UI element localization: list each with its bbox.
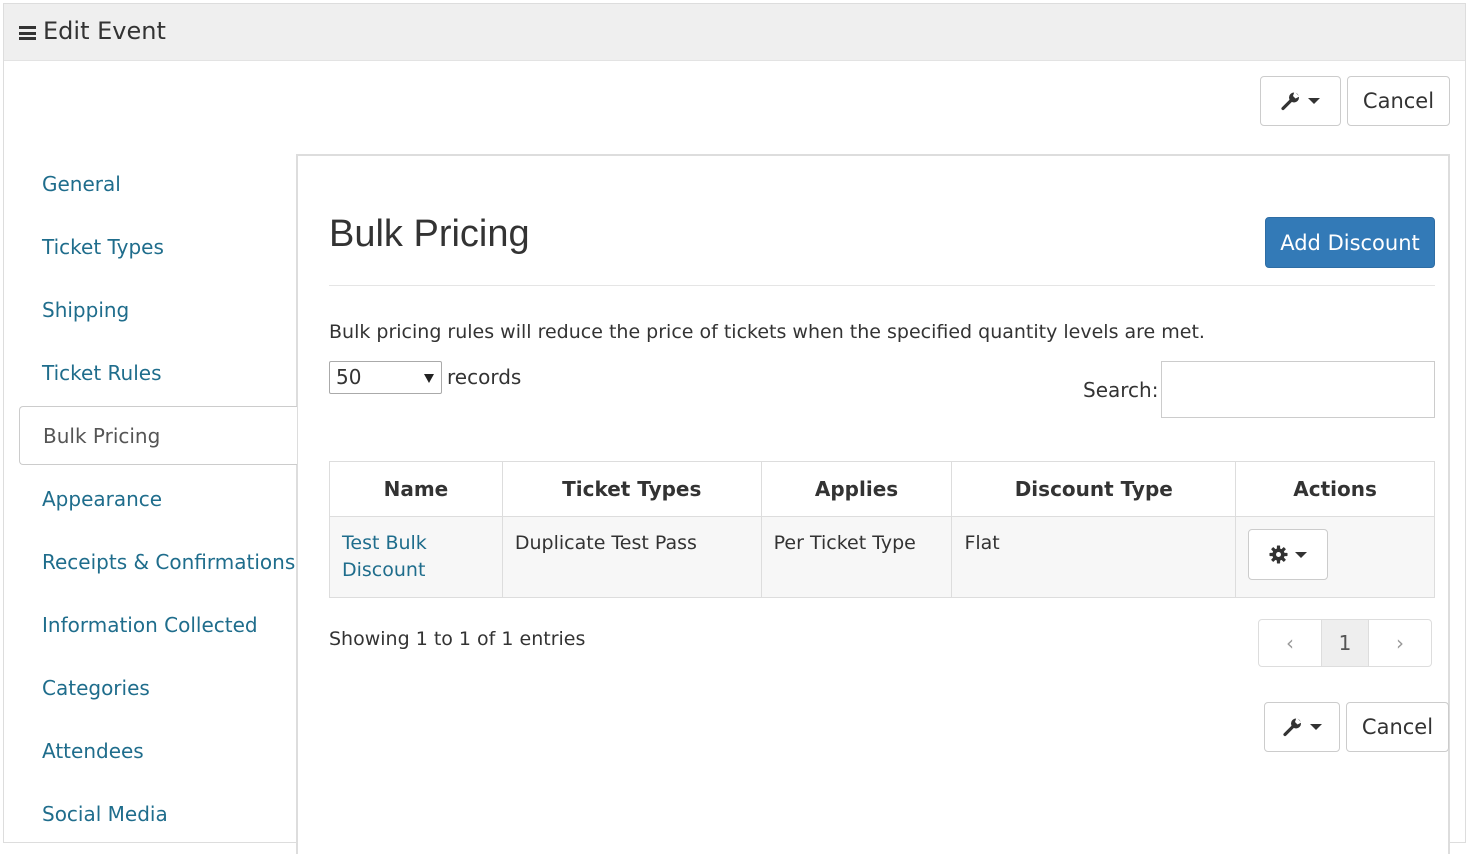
search-label: Search: bbox=[1083, 378, 1159, 402]
gear-icon bbox=[1269, 545, 1288, 564]
wrench-icon bbox=[1282, 717, 1301, 737]
tools-dropdown-button-bottom[interactable] bbox=[1264, 702, 1340, 752]
cell-discount-type: Flat bbox=[951, 516, 1237, 598]
records-label: records bbox=[447, 365, 522, 389]
description-text: Bulk pricing rules will reduce the price… bbox=[329, 321, 1205, 343]
sidebar-item-general[interactable]: General bbox=[42, 172, 121, 196]
sidebar-item-label: Bulk Pricing bbox=[43, 424, 161, 448]
pagination-current-page[interactable]: 1 bbox=[1321, 619, 1369, 667]
cell-ticket-types: Duplicate Test Pass bbox=[501, 516, 762, 598]
sidebar-item-categories[interactable]: Categories bbox=[42, 676, 150, 700]
window-titlebar: Edit Event bbox=[4, 4, 1465, 61]
window-title: Edit Event bbox=[43, 17, 166, 45]
table-header-row: Name Ticket Types Applies Discount Type … bbox=[329, 461, 1435, 517]
table-row: Test Bulk Discount Duplicate Test Pass P… bbox=[329, 516, 1435, 598]
add-discount-button[interactable]: Add Discount bbox=[1265, 217, 1435, 268]
pagination: ‹ 1 › bbox=[1258, 619, 1432, 667]
search-input[interactable] bbox=[1161, 361, 1435, 418]
column-header-discount-type[interactable]: Discount Type bbox=[951, 461, 1237, 517]
dropdown-arrow-icon bbox=[424, 374, 434, 383]
sidebar-item-information-collected[interactable]: Information Collected bbox=[42, 613, 258, 637]
edit-event-window: Edit Event Cancel General Ticket Types S… bbox=[3, 3, 1466, 854]
sidebar-item-shipping[interactable]: Shipping bbox=[42, 298, 129, 322]
sidebar-item-receipts-confirmations[interactable]: Receipts & Confirmations bbox=[42, 550, 295, 574]
divider bbox=[329, 285, 1435, 286]
tools-dropdown-button-top[interactable] bbox=[1260, 76, 1341, 126]
row-actions-button[interactable] bbox=[1248, 529, 1329, 580]
records-per-page-select[interactable]: 50 bbox=[329, 361, 442, 394]
column-header-actions: Actions bbox=[1235, 461, 1435, 517]
sidebar-item-appearance[interactable]: Appearance bbox=[42, 487, 162, 511]
sidebar-item-attendees[interactable]: Attendees bbox=[42, 739, 144, 763]
pagination-next[interactable]: › bbox=[1368, 619, 1432, 667]
sidebar-item-ticket-rules[interactable]: Ticket Rules bbox=[42, 361, 161, 385]
chevron-down-icon bbox=[1309, 724, 1322, 730]
column-header-applies[interactable]: Applies bbox=[760, 461, 953, 517]
discount-name-link[interactable]: Test Bulk Discount bbox=[342, 532, 427, 581]
chevron-down-icon bbox=[1295, 551, 1308, 558]
records-selected-value: 50 bbox=[336, 365, 362, 389]
column-header-name[interactable]: Name bbox=[329, 461, 503, 517]
sidebar-item-ticket-types[interactable]: Ticket Types bbox=[42, 235, 164, 259]
column-header-ticket-types[interactable]: Ticket Types bbox=[501, 461, 762, 517]
cell-actions bbox=[1235, 516, 1435, 598]
cell-name: Test Bulk Discount bbox=[329, 516, 503, 598]
bulk-pricing-panel: Bulk Pricing Add Discount Bulk pricing r… bbox=[296, 154, 1450, 854]
table-info-text: Showing 1 to 1 of 1 entries bbox=[329, 628, 586, 650]
wrench-icon bbox=[1281, 91, 1300, 111]
chevron-down-icon bbox=[1308, 98, 1320, 104]
hamburger-menu-icon[interactable] bbox=[19, 26, 36, 40]
sidebar-item-social-media[interactable]: Social Media bbox=[42, 802, 168, 826]
cancel-button-top[interactable]: Cancel bbox=[1347, 76, 1450, 126]
page-title: Bulk Pricing bbox=[329, 213, 530, 255]
discounts-table: Name Ticket Types Applies Discount Type … bbox=[329, 461, 1435, 598]
pagination-previous[interactable]: ‹ bbox=[1258, 619, 1322, 667]
cell-applies: Per Ticket Type bbox=[760, 516, 953, 598]
sidebar-item-bulk-pricing[interactable]: Bulk Pricing bbox=[19, 406, 297, 465]
cancel-button-bottom[interactable]: Cancel bbox=[1346, 702, 1449, 752]
